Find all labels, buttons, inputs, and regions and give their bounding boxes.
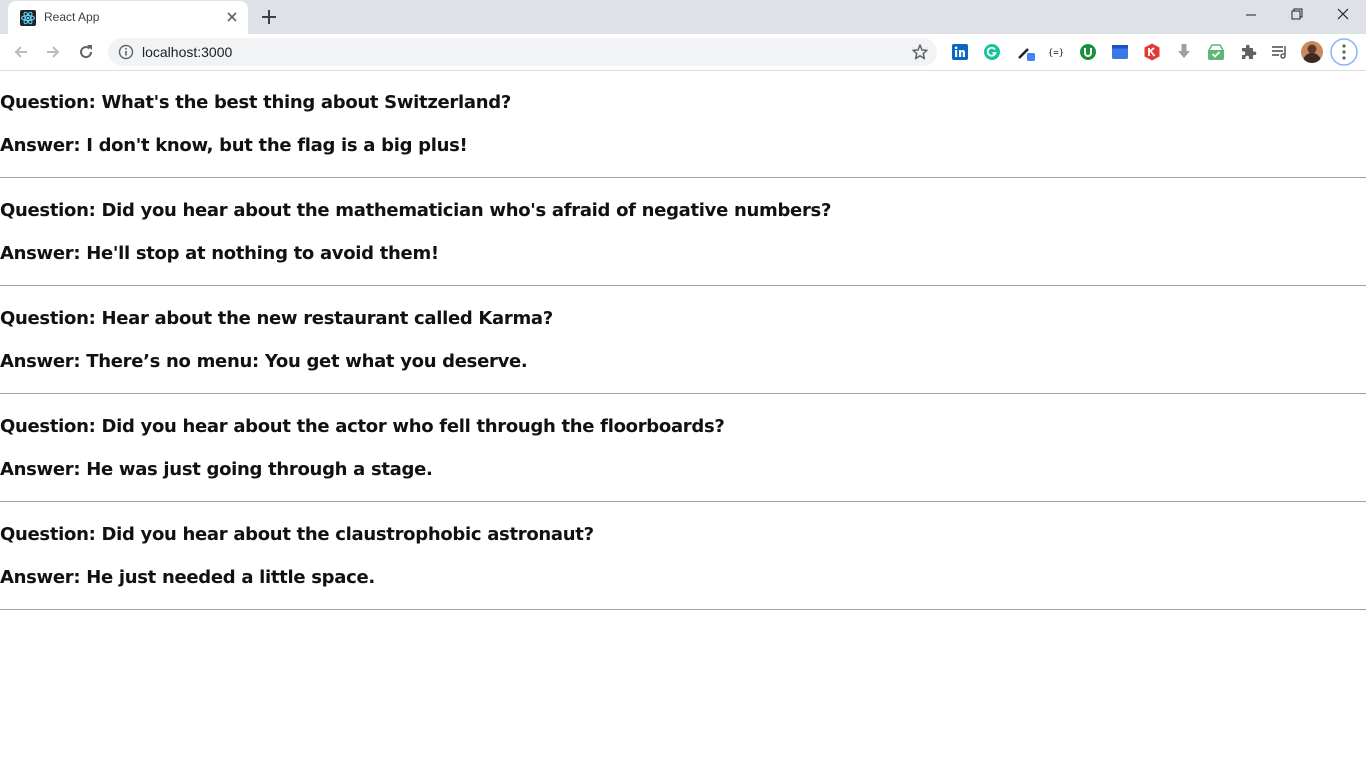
puzzle-icon[interactable] [1238, 42, 1258, 62]
json-icon[interactable]: {=} [1046, 42, 1066, 62]
joke-item: Question: Did you hear about the claustr… [0, 503, 1366, 610]
joke-question: Question: Hear about the new restaurant … [0, 308, 553, 329]
download-icon[interactable] [1174, 42, 1194, 62]
reload-icon[interactable] [77, 43, 95, 61]
joke-answer: Answer: He was just going through a stag… [0, 459, 433, 480]
joke-question: Question: Did you hear about the claustr… [0, 524, 594, 545]
minimize-icon[interactable] [1228, 0, 1274, 32]
svg-text:{=}: {=} [1048, 49, 1064, 59]
back-icon[interactable] [12, 43, 30, 61]
joke-item: Question: Hear about the new restaurant … [0, 287, 1366, 394]
url-text: localhost:3000 [142, 44, 233, 60]
close-icon[interactable] [224, 9, 240, 25]
jokes-list: Question: What's the best thing about Sw… [0, 71, 1366, 610]
browser-toolbar: localhost:3000 {=} [0, 34, 1366, 71]
tab-react-app[interactable]: React App [8, 1, 248, 34]
star-icon[interactable] [911, 43, 929, 61]
address-bar[interactable]: localhost:3000 [108, 38, 937, 66]
plus-icon[interactable] [260, 8, 278, 26]
joke-question: Question: Did you hear about the actor w… [0, 416, 725, 437]
extension-green-icon[interactable] [1078, 42, 1098, 62]
joke-answer: Answer: He'll stop at nothing to avoid t… [0, 243, 439, 264]
joke-question: Question: What's the best thing about Sw… [0, 92, 511, 113]
forward-icon[interactable] [44, 43, 62, 61]
joke-item: Question: What's the best thing about Sw… [0, 71, 1366, 178]
grammarly-icon[interactable] [982, 42, 1002, 62]
menu-icon[interactable] [1330, 38, 1358, 66]
reading-list-icon[interactable] [1270, 42, 1290, 62]
eyedropper-icon[interactable] [1016, 42, 1036, 62]
joke-answer: Answer: He just needed a little space. [0, 567, 375, 588]
extension-blue-icon[interactable] [1110, 42, 1130, 62]
info-icon[interactable] [118, 44, 134, 60]
tab-title: React App [44, 10, 100, 24]
react-icon [20, 10, 36, 26]
joke-question: Question: Did you hear about the mathema… [0, 200, 832, 221]
tab-strip: React App [0, 0, 1366, 34]
avatar[interactable] [1300, 40, 1324, 64]
extension-check-icon[interactable] [1206, 42, 1226, 62]
joke-item: Question: Did you hear about the actor w… [0, 395, 1366, 502]
joke-item: Question: Did you hear about the mathema… [0, 179, 1366, 286]
joke-answer: Answer: I don't know, but the flag is a … [0, 135, 468, 156]
extension-red-icon[interactable] [1142, 42, 1162, 62]
joke-answer: Answer: There’s no menu: You get what yo… [0, 351, 528, 372]
restore-icon[interactable] [1274, 0, 1320, 32]
window-close-icon[interactable] [1320, 0, 1366, 32]
linkedin-icon[interactable] [950, 42, 970, 62]
